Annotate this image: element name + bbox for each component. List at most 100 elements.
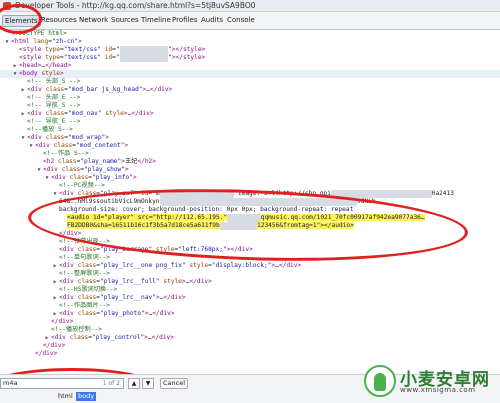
collapse-triangle-icon[interactable]: ▶ bbox=[44, 334, 50, 342]
dom-tree-line[interactable]: ▶ <div class="play_lrc__full" style>…</di… bbox=[0, 278, 500, 286]
code-token: "mod_bar js_kg_head" bbox=[68, 86, 143, 93]
code-token: style bbox=[163, 278, 182, 285]
tab-timeline[interactable]: Timeline bbox=[139, 15, 173, 25]
dom-tree-line-text: </div> bbox=[43, 342, 65, 350]
code-token: "play_control" bbox=[92, 334, 145, 341]
code-token: </div> bbox=[189, 278, 212, 285]
code-token: > bbox=[78, 38, 82, 45]
dom-tree-line[interactable]: ▶ <div class="mod_bar js_kg_head">…</div> bbox=[0, 86, 500, 94]
code-token: <!--作品图片--> bbox=[59, 302, 110, 309]
breadcrumb-body[interactable]: body bbox=[76, 392, 97, 401]
tab-audits[interactable]: Audits bbox=[199, 15, 225, 25]
code-token: =" bbox=[112, 54, 120, 61]
dom-tree-line[interactable]: ▼ <div class="mod_wrap"> bbox=[0, 134, 500, 142]
dom-tree-line-text: <div class="play_photo">…</div> bbox=[59, 310, 175, 318]
code-token: 0a2413 bbox=[431, 190, 454, 197]
dom-tree-line-text: <html lang="zh-cn"> bbox=[11, 38, 82, 46]
dom-tree-line[interactable]: <!--作品图片--> bbox=[0, 302, 500, 310]
dom-tree-line[interactable]: <!--PC视频--> bbox=[0, 182, 500, 190]
code-token: "play_lrc__one png_fix" bbox=[100, 262, 190, 269]
breadcrumb-html[interactable]: html bbox=[56, 392, 75, 401]
code-token: </h2> bbox=[137, 158, 157, 165]
code-token: "mod_content" bbox=[76, 142, 125, 149]
watermark-logo-icon bbox=[364, 365, 396, 397]
dom-tree-line[interactable]: <h2 class="play_name">王妃</h2> bbox=[0, 158, 500, 166]
dom-tree-line[interactable]: <!--播放 S--> bbox=[0, 126, 500, 134]
dom-tree-line[interactable]: ▼ <html lang="zh-cn"> bbox=[0, 38, 500, 46]
code-token: "play_lrc__full" bbox=[100, 278, 164, 285]
code-token: <!--单句歌词--> bbox=[59, 254, 110, 261]
tab-console[interactable]: Console bbox=[225, 15, 257, 25]
dom-tree-line[interactable]: </div> bbox=[0, 318, 500, 326]
dom-tree-line[interactable]: <!--HS歌词切换--> bbox=[0, 286, 500, 294]
code-token: "play_photo" bbox=[100, 310, 145, 317]
dom-tree-line[interactable]: <!--播放控制--> bbox=[0, 326, 500, 334]
collapse-triangle-icon[interactable]: ▶ bbox=[52, 294, 58, 302]
search-next-button[interactable]: ▼ bbox=[142, 378, 154, 389]
code-token: "mod_nav" bbox=[68, 110, 106, 117]
expand-triangle-icon[interactable]: ▼ bbox=[4, 38, 10, 46]
code-token: "display:block;" bbox=[211, 262, 272, 269]
collapse-triangle-icon[interactable]: ▶ bbox=[52, 310, 58, 318]
dom-tree-line[interactable]: </div> bbox=[0, 342, 500, 350]
dom-tree-line[interactable]: ▶ <div class="mod_nav" style>…</div> bbox=[0, 110, 500, 118]
dom-tree-line[interactable]: ▶ <div class="play_photo">…</div> bbox=[0, 310, 500, 318]
dom-tree-line[interactable]: <!-- 头部_E --> bbox=[0, 94, 500, 102]
collapse-triangle-icon[interactable]: ▶ bbox=[20, 86, 26, 94]
dom-tree-line[interactable]: <!--整屏歌词--> bbox=[0, 270, 500, 278]
dom-tree-line[interactable]: ▼ <div class="play_info"> bbox=[0, 174, 500, 182]
search-prev-button[interactable]: ▲ bbox=[128, 378, 140, 389]
code-token: class bbox=[53, 142, 73, 149]
tab-network[interactable]: Network bbox=[77, 15, 110, 25]
dom-tree-line[interactable]: <!--作品 S--> bbox=[0, 150, 500, 158]
expand-triangle-icon[interactable]: ▼ bbox=[36, 166, 42, 174]
dom-tree-line[interactable]: <!-- 头部_S --> bbox=[0, 78, 500, 86]
dom-tree-line-text: <!--播放控制--> bbox=[51, 326, 102, 334]
dom-tree-line[interactable]: ▶ <div class="play_control">…</div> bbox=[0, 334, 500, 342]
code-token: <div bbox=[51, 174, 70, 181]
dom-tree-line[interactable]: ▼ <body style> bbox=[0, 70, 500, 78]
expand-triangle-icon[interactable]: ▼ bbox=[12, 70, 18, 78]
dom-tree-line[interactable]: <!-- 导航_S --> bbox=[0, 102, 500, 110]
dom-tree-line[interactable]: ▼ <div class="mod_content"> bbox=[0, 142, 500, 150]
collapse-triangle-icon[interactable]: ▶ bbox=[12, 62, 18, 70]
watermark-url: www.xmsigma.com bbox=[400, 386, 476, 394]
code-token: class bbox=[77, 310, 97, 317]
collapse-triangle-icon[interactable]: ▶ bbox=[52, 278, 58, 286]
code-token: <div bbox=[27, 86, 46, 93]
expand-triangle-icon[interactable]: ▼ bbox=[28, 142, 34, 150]
dom-tree-line[interactable]: ▶ <div class="play_lrc__nav">…</div> bbox=[0, 294, 500, 302]
dom-tree-line[interactable]: <style type="text/css" id="xxxxxxxxxxxxx… bbox=[0, 54, 500, 62]
code-token: </div> bbox=[131, 110, 154, 117]
dom-tree-line-text: <div class="play_lrc__full" style>…</div… bbox=[59, 278, 212, 286]
code-token: <!--作品 S--> bbox=[43, 150, 89, 157]
dom-tree-line-text: </div> bbox=[51, 318, 73, 326]
dom-tree-line[interactable]: </div> bbox=[0, 350, 500, 358]
expand-triangle-icon[interactable]: ▼ bbox=[44, 174, 50, 182]
dom-tree-line[interactable]: <style type="text/css" id="xxxxxxxxxxxxx… bbox=[0, 46, 500, 54]
tab-resources[interactable]: Resources bbox=[39, 15, 79, 25]
code-token: "text/css" bbox=[63, 54, 105, 61]
code-token: <html bbox=[11, 38, 34, 45]
code-token: </div> bbox=[152, 310, 175, 317]
tab-sources[interactable]: Sources bbox=[109, 15, 141, 25]
code-token: class bbox=[61, 166, 81, 173]
search-input[interactable]: m4a 1 of 2 bbox=[0, 378, 124, 389]
code-token: <!--播放 S--> bbox=[27, 126, 73, 133]
collapse-triangle-icon[interactable]: ▶ bbox=[52, 262, 58, 270]
dom-tree-line[interactable]: ▶ <head>…</head> bbox=[0, 62, 500, 70]
code-token: <!-- 头部_E --> bbox=[27, 94, 81, 101]
tab-profiles[interactable]: Profiles bbox=[170, 15, 199, 25]
dom-tree-line-text: <!--单句歌词--> bbox=[59, 254, 110, 262]
expand-triangle-icon[interactable]: ▼ bbox=[52, 190, 58, 198]
collapse-triangle-icon[interactable]: ▶ bbox=[20, 110, 26, 118]
dom-tree-line-text: <!--作品 S--> bbox=[43, 150, 89, 158]
dom-tree-line[interactable]: ▶ <div class="play_lrc__one png_fix" styl… bbox=[0, 262, 500, 270]
code-token: <!--PC视频--> bbox=[59, 182, 105, 189]
search-cancel-button[interactable]: Cancel bbox=[160, 378, 188, 389]
expand-triangle-icon[interactable]: ▼ bbox=[20, 134, 26, 142]
dom-tree-line-text: <div class="play_show"> bbox=[43, 166, 129, 174]
dom-tree-line[interactable]: <!DOCTYPE html> bbox=[0, 30, 500, 38]
dom-tree-line[interactable]: <!-- 导航_E --> bbox=[0, 118, 500, 126]
dom-tree-line[interactable]: ▼ <div class="play_show"> bbox=[0, 166, 500, 174]
